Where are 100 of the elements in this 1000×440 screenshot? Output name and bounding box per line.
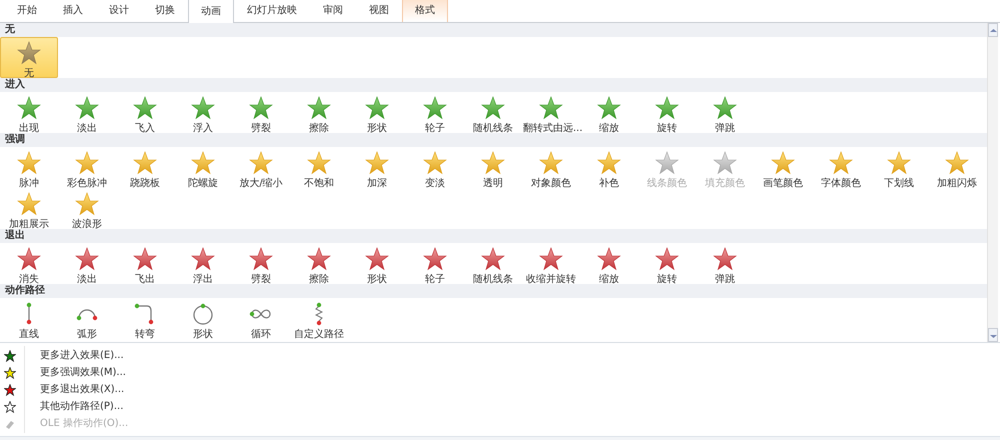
scrollbar[interactable]	[987, 23, 998, 342]
ribbon-tab[interactable]: 视图	[356, 0, 402, 22]
effect-item[interactable]: 加深	[348, 147, 406, 188]
star-icon	[655, 247, 679, 271]
star-icon	[75, 151, 99, 175]
effect-item[interactable]: 无	[0, 37, 58, 78]
effect-item[interactable]: 字体颜色	[812, 147, 870, 188]
effect-item[interactable]: 循环	[232, 298, 290, 339]
menu-item[interactable]: 更多进入效果(E)...	[0, 347, 1000, 364]
star-icon	[17, 192, 41, 216]
star-icon	[597, 247, 621, 271]
star-icon	[365, 151, 389, 175]
effect-item[interactable]: 出现	[0, 92, 58, 133]
section-header: 进入	[0, 78, 987, 92]
effect-item[interactable]: 补色	[580, 147, 638, 188]
effect-item[interactable]: 放大/缩小	[232, 147, 290, 188]
star-icon	[423, 151, 447, 175]
effect-item[interactable]: 缩放	[580, 243, 638, 284]
effect-item[interactable]: 形状	[348, 92, 406, 133]
menu-item[interactable]: 更多强调效果(M)...	[0, 364, 1000, 381]
star-icon	[17, 247, 41, 271]
star-icon	[191, 151, 215, 175]
effect-item[interactable]: 浮出	[174, 243, 232, 284]
effect-item[interactable]: 擦除	[290, 243, 348, 284]
star-icon	[4, 384, 16, 396]
effect-item[interactable]: 加粗展示	[0, 188, 58, 229]
ribbon-tab[interactable]: 审阅	[310, 0, 356, 22]
effect-item[interactable]: 轮子	[406, 92, 464, 133]
effect-item[interactable]: 直线	[0, 298, 58, 339]
effect-item[interactable]: 加粗闪烁	[928, 147, 986, 188]
effect-item[interactable]: 劈裂	[232, 92, 290, 133]
star-icon	[829, 151, 853, 175]
effect-item[interactable]: 随机线条	[464, 92, 522, 133]
star-icon	[133, 151, 157, 175]
effect-item[interactable]: 跷跷板	[116, 147, 174, 188]
star-icon	[249, 151, 273, 175]
ribbon-tab[interactable]: 格式	[402, 0, 448, 22]
effect-item[interactable]: 淡出	[58, 243, 116, 284]
star-icon	[539, 247, 563, 271]
star-icon	[4, 350, 16, 362]
effect-item[interactable]: 下划线	[870, 147, 928, 188]
effect-item[interactable]: 轮子	[406, 243, 464, 284]
effect-item[interactable]: 对象颜色	[522, 147, 580, 188]
star-icon	[481, 151, 505, 175]
zigzag-path-icon	[315, 302, 323, 326]
star-icon	[17, 96, 41, 120]
effect-item[interactable]: 飞入	[116, 92, 174, 133]
menu-item[interactable]: 其他动作路径(P)...	[0, 398, 1000, 415]
star-icon	[249, 247, 273, 271]
effect-item[interactable]: 淡出	[58, 92, 116, 133]
effect-item[interactable]: 脉冲	[0, 147, 58, 188]
star-icon	[4, 366, 16, 378]
effect-item[interactable]: 变淡	[406, 147, 464, 188]
effect-item[interactable]: 缩放	[580, 92, 638, 133]
effect-item[interactable]: 消失	[0, 243, 58, 284]
effect-item[interactable]: 自定义路径	[290, 298, 348, 339]
effect-item[interactable]: 劈裂	[232, 243, 290, 284]
effect-item[interactable]: 弹跳	[696, 243, 754, 284]
star-icon	[655, 96, 679, 120]
star-icon	[307, 96, 331, 120]
ribbon-tab[interactable]: 插入	[50, 0, 96, 22]
effect-item[interactable]: 彩色脉冲	[58, 147, 116, 188]
effect-item[interactable]: 擦除	[290, 92, 348, 133]
effect-item[interactable]: 收缩并旋转	[522, 243, 580, 284]
star-icon	[539, 96, 563, 120]
effect-item[interactable]: 旋转	[638, 243, 696, 284]
effect-item[interactable]: 形状	[174, 298, 232, 339]
star-icon	[365, 96, 389, 120]
scroll-down-button[interactable]	[988, 328, 998, 342]
effect-item[interactable]: 形状	[348, 243, 406, 284]
effect-item[interactable]: 浮入	[174, 92, 232, 133]
section-header: 无	[0, 23, 987, 37]
star-icon	[307, 247, 331, 271]
effect-item[interactable]: 波浪形	[58, 188, 116, 229]
star-icon	[191, 96, 215, 120]
star-icon	[887, 151, 911, 175]
menu-item[interactable]: 更多退出效果(X)...	[0, 381, 1000, 398]
star-icon	[481, 247, 505, 271]
effect-item[interactable]: 陀螺旋	[174, 147, 232, 188]
scroll-up-button[interactable]	[988, 23, 998, 37]
ribbon-tab[interactable]: 切换	[142, 0, 188, 22]
effect-item[interactable]: 透明	[464, 147, 522, 188]
effect-item[interactable]: 随机线条	[464, 243, 522, 284]
effect-item[interactable]: 弧形	[58, 298, 116, 339]
effect-item[interactable]: 不饱和	[290, 147, 348, 188]
ribbon-tab[interactable]: 幻灯片放映	[234, 0, 310, 22]
ribbon-tab[interactable]: 动画	[188, 0, 234, 23]
star-icon	[191, 247, 215, 271]
star-icon	[133, 247, 157, 271]
effect-item[interactable]: 旋转	[638, 92, 696, 133]
effect-item[interactable]: 转弯	[116, 298, 174, 339]
effect-item[interactable]: 弹跳	[696, 92, 754, 133]
star-icon	[4, 400, 16, 412]
effect-item[interactable]: 飞出	[116, 243, 174, 284]
ribbon-tab[interactable]: 开始	[4, 0, 50, 22]
star-icon	[655, 151, 679, 175]
star-icon	[249, 96, 273, 120]
effect-item[interactable]: 画笔颜色	[754, 147, 812, 188]
effect-item[interactable]: 翻转式由远...	[522, 92, 580, 133]
ribbon-tab[interactable]: 设计	[96, 0, 142, 22]
